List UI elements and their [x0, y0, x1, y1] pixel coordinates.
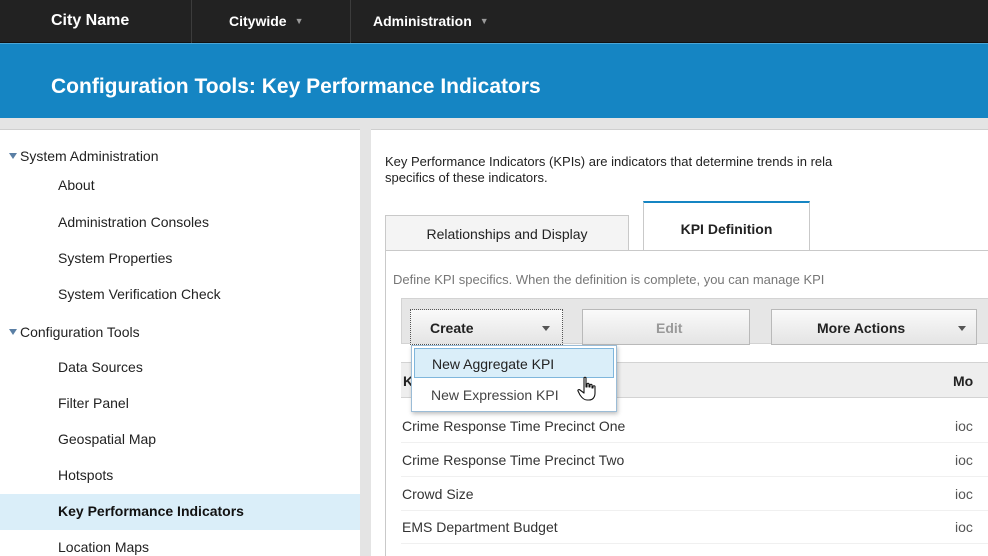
chevron-down-icon — [542, 326, 550, 331]
sidebar-item-about[interactable]: About — [0, 168, 360, 204]
sidebar-item-label: About — [58, 177, 95, 193]
tab-kpi-definition[interactable]: KPI Definition — [643, 201, 810, 251]
edit-button-label: Edit — [656, 320, 683, 336]
kpi-name-cell: Crowd Size — [402, 486, 474, 502]
citywide-menu-label: Citywide — [229, 13, 287, 29]
kpi-name-cell: Crime Response Time Precinct Two — [402, 452, 625, 468]
more-actions-label: More Actions — [817, 320, 906, 336]
sidebar-item-filter-panel[interactable]: Filter Panel — [0, 386, 360, 422]
sidebar-item-label: Filter Panel — [58, 395, 129, 411]
citywide-menu[interactable]: Citywide ▼ — [229, 13, 304, 29]
chevron-down-icon: ▼ — [479, 16, 489, 26]
sidebar-item-label: Hotspots — [58, 467, 114, 483]
sidebar-item-label: Geospatial Map — [58, 431, 157, 447]
sidebar-item-location-maps[interactable]: Location Maps — [0, 530, 360, 556]
expand-triangle-icon[interactable] — [9, 153, 17, 159]
intro-line: specifics of these indicators. — [385, 170, 548, 185]
page-title: Configuration Tools: Key Performance Ind… — [51, 75, 541, 98]
edit-button[interactable]: Edit — [582, 309, 750, 345]
top-navigation-bar: City Name Citywide ▼ Administration ▼ — [0, 0, 988, 43]
sidebar-item-system-properties[interactable]: System Properties — [0, 241, 360, 277]
tab-relationships-and-display[interactable]: Relationships and Display — [385, 215, 629, 251]
sidebar-item-hotspots[interactable]: Hotspots — [0, 458, 360, 494]
model-cell: ioc — [955, 418, 973, 434]
kpi-name-cell: Crime Response Time Precinct One — [402, 418, 626, 434]
city-name-brand[interactable]: City Name — [51, 12, 129, 30]
sidebar-item-geospatial-map[interactable]: Geospatial Map — [0, 422, 360, 458]
chevron-down-icon — [958, 326, 966, 331]
define-instructions: Define KPI specifics. When the definitio… — [393, 272, 825, 287]
sidebar-item-label: System Properties — [58, 250, 173, 266]
intro-text: Key Performance Indicators (KPIs) are in… — [385, 154, 988, 186]
topbar-separator — [350, 0, 351, 43]
model-cell: ioc — [955, 486, 973, 502]
sidebar-group-configuration-tools[interactable]: Configuration Tools — [0, 316, 360, 350]
sidebar-navigation: System Administration About Administrati… — [0, 129, 360, 556]
sidebar-item-label: System Verification Check — [58, 286, 221, 302]
kpi-name-cell: EMS Department Budget — [402, 519, 558, 535]
sidebar-divider — [360, 129, 371, 556]
tab-bar: Relationships and Display KPI Definition — [385, 201, 988, 251]
header-divider — [0, 118, 988, 129]
sidebar-item-label: Location Maps — [58, 539, 150, 555]
more-actions-button[interactable]: More Actions — [771, 309, 977, 345]
kpi-toolbar: Create Edit More Actions — [401, 298, 988, 345]
hand-pointer-cursor-icon — [577, 376, 596, 401]
create-button[interactable]: Create — [410, 309, 563, 345]
sidebar-item-administration-consoles[interactable]: Administration Consoles — [0, 205, 360, 241]
model-cell: ioc — [955, 452, 973, 468]
column-header-model[interactable]: Mo — [953, 373, 973, 389]
sidebar-item-label: Key Performance Indicators — [58, 503, 244, 519]
model-cell: ioc — [955, 519, 973, 535]
topbar-separator — [191, 0, 192, 43]
table-row[interactable]: Crowd Size ioc — [401, 478, 988, 511]
chevron-down-icon: ▼ — [294, 16, 304, 26]
main-content: Key Performance Indicators (KPIs) are in… — [371, 129, 988, 556]
expand-triangle-icon[interactable] — [9, 329, 17, 335]
sidebar-group-label: System Administration — [20, 148, 159, 164]
menu-item-label: New Expression KPI — [431, 387, 559, 403]
create-button-label: Create — [430, 320, 474, 336]
sidebar-item-system-verification-check[interactable]: System Verification Check — [0, 277, 360, 313]
table-row[interactable]: Crime Response Time Precinct One ioc — [401, 410, 988, 443]
sidebar-item-label: Administration Consoles — [58, 214, 209, 230]
table-row[interactable]: EMS Department Budget ioc — [401, 511, 988, 544]
intro-line: Key Performance Indicators (KPIs) are in… — [385, 154, 833, 169]
administration-menu[interactable]: Administration ▼ — [373, 13, 489, 29]
menu-item-new-aggregate-kpi[interactable]: New Aggregate KPI — [414, 348, 614, 378]
sidebar-item-label: Data Sources — [58, 359, 143, 375]
menu-item-label: New Aggregate KPI — [432, 356, 555, 372]
table-row[interactable]: Crime Response Time Precinct Two ioc — [401, 444, 988, 477]
sidebar-group-label: Configuration Tools — [20, 324, 140, 340]
sidebar-item-data-sources[interactable]: Data Sources — [0, 350, 360, 386]
page-header: Configuration Tools: Key Performance Ind… — [0, 43, 988, 118]
administration-menu-label: Administration — [373, 13, 472, 29]
sidebar-item-key-performance-indicators[interactable]: Key Performance Indicators — [0, 494, 360, 530]
